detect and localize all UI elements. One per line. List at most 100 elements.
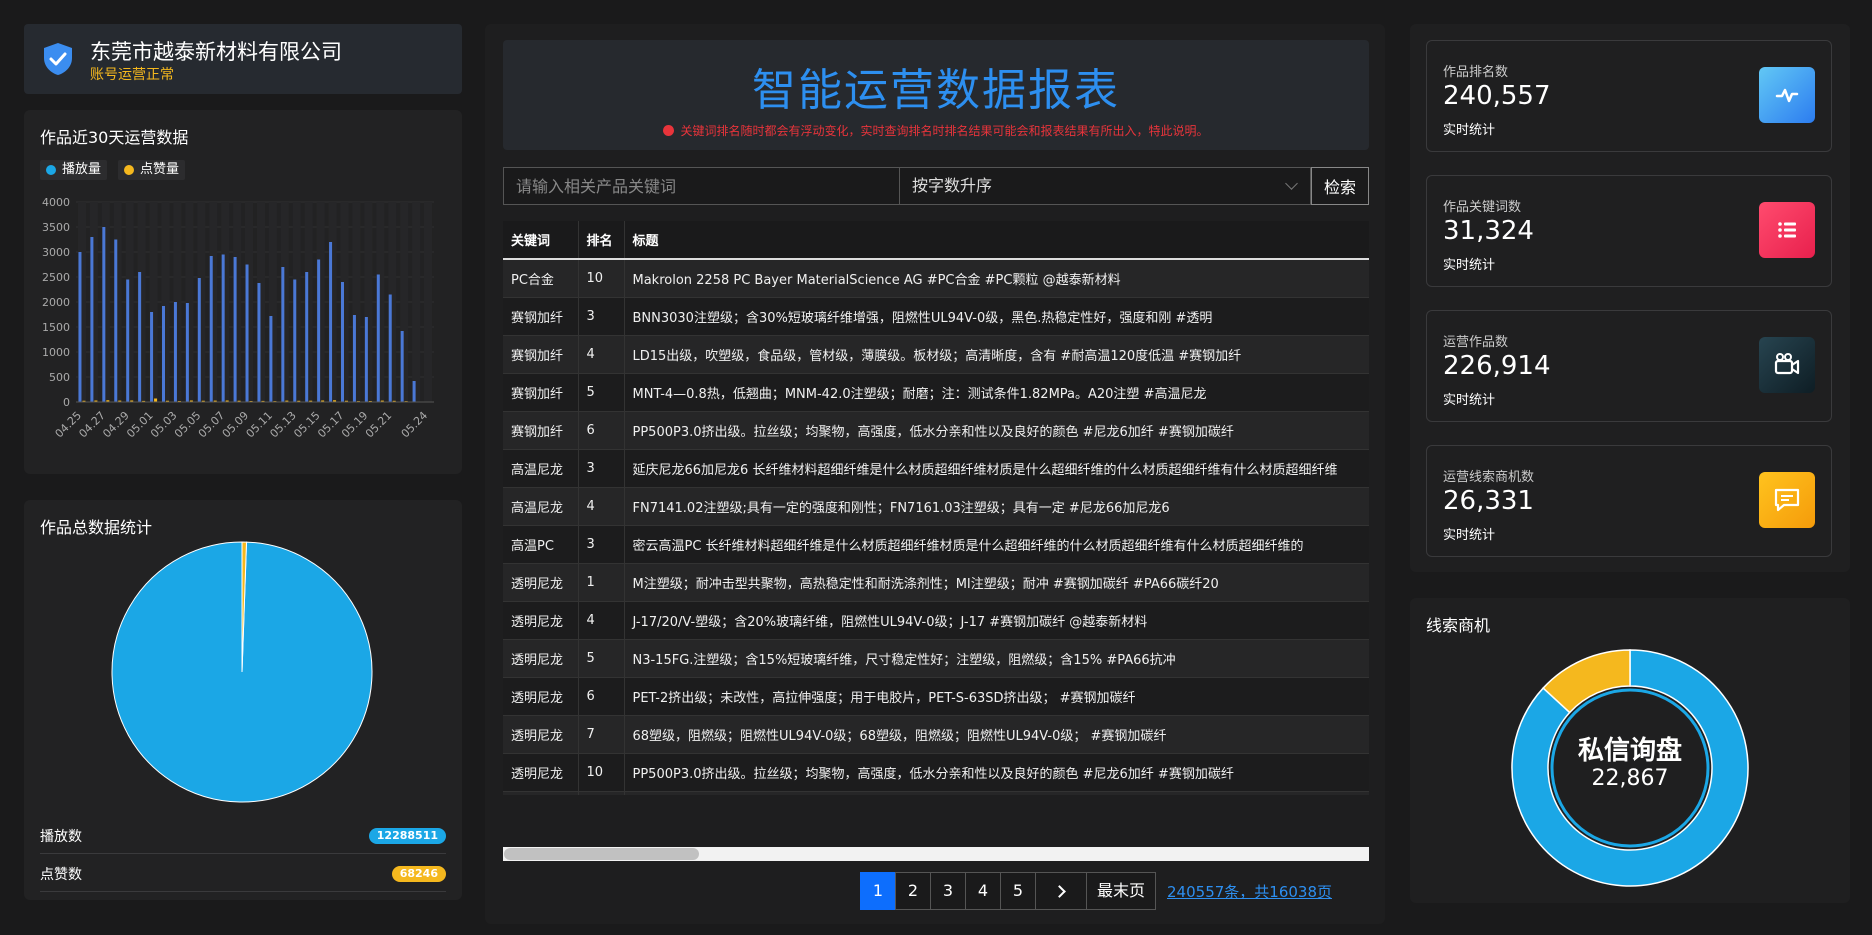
horizontal-scrollbar[interactable] (503, 847, 1369, 861)
x-tick-label: 05.03 (148, 409, 179, 440)
table-row[interactable]: 透明尼龙 1 M注塑级；耐冲击型共聚物，高热稳定性和耐洗涤剂性；MI注塑级；耐冲 #… (503, 563, 1369, 602)
pie-chart (111, 541, 373, 803)
account-status: 账号运营正常 (90, 67, 174, 83)
header-title[interactable]: 标题 (624, 221, 1369, 260)
bar-play[interactable] (221, 254, 225, 403)
bar-play[interactable] (150, 312, 154, 402)
search-button[interactable]: 检索 (1311, 167, 1369, 205)
report-banner: 智能运营数据报表 关键词排名随时都会有浮动变化，实时查询排名时排名结果可能会和报… (503, 40, 1369, 150)
bar-play[interactable] (293, 279, 297, 403)
title-cell: J-17/20/V-塑级；含20%玻璃纤维，阻燃性UL94V-0级；J-17 #… (624, 601, 1369, 640)
last-page-button[interactable]: 最末页 (1086, 872, 1157, 910)
bar-play[interactable] (329, 242, 333, 402)
y-tick-label: 2500 (42, 271, 70, 284)
header-keyword[interactable]: 关键词 (503, 221, 579, 260)
next-page-button[interactable] (1035, 872, 1087, 910)
table-row[interactable]: 防火PP8津南区防火PP 长纤维材料超细纤维是什么材质超细纤维材质是什么超细纤维… (503, 791, 1369, 795)
table-row[interactable]: 赛钢加纤 4 LD15出级，吹塑级，食品级，管材级，薄膜级。板材级；高清晰度，含有 … (503, 335, 1369, 374)
stat-badge: 68246 (391, 866, 446, 882)
header-rank[interactable]: 排名 (578, 221, 625, 260)
table-row[interactable]: 赛钢加纤 3 BNN3030注塑级；含30%短玻璃纤维增强，阻燃性UL94V-0级，… (503, 297, 1369, 336)
table-row[interactable]: 高温PC 3 密云高温PC 长纤维材料超细纤维是什么材质超细纤维材质是什么超细纤维的… (503, 525, 1369, 564)
table-header-row: 关键词 排名 标题 (503, 221, 1369, 260)
chevron-right-icon (1052, 885, 1066, 898)
page-3[interactable]: 3 (930, 872, 966, 910)
table-row[interactable]: 透明尼龙 6 PET-2挤出级；未改性，高拉伸强度；用于电胶片，PET-S-63SD… (503, 677, 1369, 716)
keyword-cell: 透明尼龙 (503, 677, 579, 716)
bar-play[interactable] (173, 302, 177, 402)
keyword-cell: 透明尼龙 (503, 563, 579, 602)
search-bar: 按字数升序 检索 (503, 167, 1369, 205)
stat-badge: 12288511 (368, 828, 446, 844)
bar-play[interactable] (269, 316, 273, 402)
bar-play[interactable] (388, 294, 392, 403)
page-4[interactable]: 4 (965, 872, 1001, 910)
table-row[interactable]: PC合金 10 Makrolon 2258 PC Bayer MaterialSci… (503, 259, 1369, 298)
bar-chart: 0500100015002000250030003500400004.2504.… (42, 196, 434, 440)
activity-icon (1759, 67, 1815, 123)
bar-play[interactable] (185, 303, 189, 402)
bar-play[interactable] (245, 264, 249, 403)
leads-panel: 线索商机 私信询盘 22,867 (1410, 598, 1850, 903)
bar-play[interactable] (114, 239, 118, 403)
shield-check-icon (44, 43, 72, 75)
table-row[interactable]: 透明尼龙 4 J-17/20/V-塑级；含20%玻璃纤维，阻燃性UL94V-0级；J… (503, 601, 1369, 640)
card-subtitle: 实时统计 (1443, 393, 1496, 408)
rank-cell: 5 (578, 373, 625, 412)
table-row[interactable]: 高温尼龙 4 FN7141.02注塑级;具有一定的强度和刚性；FN7161.03注塑… (503, 487, 1369, 526)
keyword-cell: 高温尼龙 (503, 449, 579, 488)
page-info-link[interactable]: 240557条，共16038页 (1167, 881, 1332, 902)
page-2[interactable]: 2 (895, 872, 931, 910)
table-row[interactable]: 赛钢加纤 6 PP500P3.0挤出级。拉丝级；均聚物，高强度，低水分亲和性以及良好… (503, 411, 1369, 450)
stat-row-plays: 播放数 12288511 (40, 818, 446, 854)
card-label: 作品排名数 (1443, 65, 1509, 80)
card-value: 226,914 (1443, 351, 1551, 381)
x-tick-label: 04.27 (76, 409, 107, 440)
stat-card-rankings: 作品排名数 240,557 实时统计 (1426, 40, 1832, 152)
rank-cell: 6 (578, 677, 625, 716)
legend-play-label: 播放量 (62, 162, 102, 177)
bar-play[interactable] (376, 274, 380, 403)
bar-play[interactable] (412, 381, 416, 402)
bar-play[interactable] (400, 331, 404, 402)
bar-play[interactable] (78, 252, 82, 402)
bar-play[interactable] (317, 259, 321, 403)
table-row[interactable]: 透明尼龙 7 68塑级，阻燃级；阻燃性UL94V-0级；68塑级，阻燃级；阻燃性UL… (503, 715, 1369, 754)
bar-play[interactable] (281, 267, 285, 402)
legend-play[interactable]: 播放量 (40, 160, 108, 180)
keyword-table-container[interactable]: 关键词 排名 标题 PC合金 10 Makrolon 2258 PC Bayer M… (503, 221, 1369, 795)
bar-play[interactable] (364, 317, 368, 402)
report-notice: 关键词排名随时都会有浮动变化，实时查询排名时排名结果可能会和报表结果有所出入，特… (503, 122, 1369, 139)
bar-play[interactable] (197, 278, 201, 402)
bar-play[interactable] (162, 306, 165, 402)
sort-select[interactable]: 按字数升序 (899, 167, 1311, 205)
page-5[interactable]: 5 (1000, 872, 1036, 910)
x-tick-label: 05.13 (267, 409, 298, 440)
title-cell: 延庆尼龙66加尼龙6 长纤维材料超细纤维是什么材质超细纤维材质是什么超细纤维的什… (624, 449, 1369, 488)
table-row[interactable]: 透明尼龙 10 PP500P3.0挤出级。拉丝级；均聚物，高强度，低水分亲和性以及良… (503, 753, 1369, 792)
pie-chart-panel: 作品总数据统计 播放数 12288511 点赞数 68246 (24, 500, 462, 900)
bar-play[interactable] (138, 272, 142, 402)
bar-play[interactable] (209, 256, 213, 402)
bar-play[interactable] (352, 315, 356, 402)
page-1[interactable]: 1 (860, 872, 896, 910)
bar-play[interactable] (233, 257, 237, 402)
table-row[interactable]: 赛钢加纤 5 MNT-4—0.8热，低翘曲；MNM-42.0注塑级；耐磨；注：测试条… (503, 373, 1369, 412)
chevron-down-icon (1285, 177, 1298, 190)
bar-play[interactable] (341, 282, 344, 402)
bar-play[interactable] (102, 227, 106, 402)
bar-play[interactable] (90, 237, 94, 402)
legend-like[interactable]: 点赞量 (118, 160, 186, 180)
bar-play[interactable] (126, 279, 130, 403)
table-row[interactable]: 高温尼龙 3 延庆尼龙66加尼龙6 长纤维材料超细纤维是什么材质超细纤维材质是什么超… (503, 449, 1369, 488)
keyword-cell: 透明尼龙 (503, 601, 579, 640)
bar-like[interactable] (154, 398, 158, 403)
table-row[interactable]: 透明尼龙 5 N3-15FG.注塑级；含15%短玻璃纤维，尺寸稳定性好；注塑级，阻燃… (503, 639, 1369, 678)
bar-play[interactable] (305, 272, 309, 402)
keyword-cell: 赛钢加纤 (503, 373, 579, 412)
bar-play[interactable] (257, 283, 261, 402)
scrollbar-thumb[interactable] (504, 848, 699, 860)
rank-cell: 4 (578, 487, 625, 526)
y-tick-label: 0 (63, 396, 70, 409)
keyword-search-input[interactable] (503, 167, 899, 205)
